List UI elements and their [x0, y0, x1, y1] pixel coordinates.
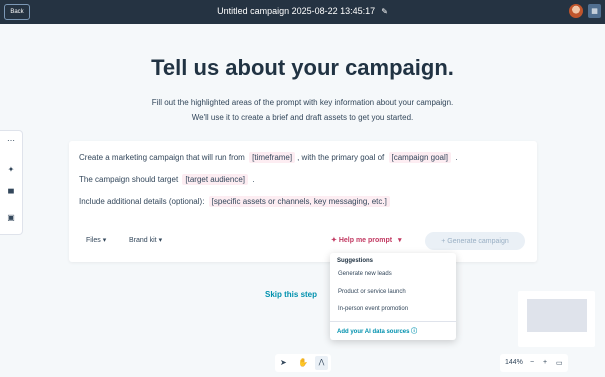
- files-label: Files: [86, 237, 101, 244]
- info-icon: ⓘ: [411, 329, 418, 335]
- suggestions-dropdown: Suggestions Generate new leads Product o…: [330, 253, 456, 340]
- hand-icon[interactable]: ✋: [298, 358, 308, 367]
- divider: [330, 321, 456, 322]
- campaign-goal-field[interactable]: [campaign goal]: [388, 152, 451, 163]
- skip-step-link[interactable]: Skip this step: [265, 290, 317, 299]
- prompt-text: Include additional details (optional):: [79, 197, 205, 206]
- details-field[interactable]: [specific assets or channels, key messag…: [208, 196, 390, 207]
- prompt-line-3: Include additional details (optional): […: [79, 196, 392, 207]
- plus-icon: +: [441, 237, 446, 245]
- suggestion-item[interactable]: In-person event promotion: [338, 306, 408, 312]
- prompt-card: Create a marketing campaign that will ru…: [69, 141, 537, 262]
- generate-campaign-label: Generate campaign: [447, 237, 509, 245]
- generate-campaign-button[interactable]: + Generate campaign: [425, 232, 525, 250]
- preview-placeholder: [527, 299, 587, 332]
- user-avatar[interactable]: [569, 4, 583, 18]
- page-title: Tell us about your campaign.: [151, 55, 454, 80]
- campaign-title-text: Untitled campaign 2025-08-22 13:45:17: [217, 6, 376, 16]
- fit-screen-icon[interactable]: ▭: [556, 359, 563, 367]
- branch-icon[interactable]: ⋀: [315, 356, 328, 370]
- chevron-down-icon: ▾: [102, 237, 107, 244]
- pointer-icon[interactable]: ➤: [280, 358, 287, 367]
- subtitle-line-1: Fill out the highlighted areas of the pr…: [151, 98, 454, 107]
- top-bar: Back Untitled campaign 2025-08-22 13:45:…: [0, 0, 605, 24]
- prompt-line-1: Create a marketing campaign that will ru…: [79, 152, 457, 163]
- prompt-text: The campaign should target: [79, 175, 179, 184]
- left-toolbar: ⋯ ✦ ▀ ▣: [0, 130, 23, 235]
- comment-icon[interactable]: ▀: [0, 189, 22, 198]
- zoom-controls: 144% − + ▭: [500, 354, 568, 372]
- prompt-text: Create a marketing campaign that will ru…: [79, 153, 245, 162]
- zoom-out-button[interactable]: −: [530, 359, 534, 366]
- campaign-title[interactable]: Untitled campaign 2025-08-22 13:45:17 ✎: [0, 6, 605, 16]
- suggestion-item[interactable]: Generate new leads: [338, 271, 392, 277]
- sparkle-icon[interactable]: ✦: [0, 165, 22, 174]
- pencil-icon[interactable]: ✎: [381, 7, 388, 16]
- prompt-text: .: [455, 153, 458, 162]
- subtitle-line-2: We'll use it to create a brief and draft…: [191, 113, 414, 122]
- caret-down-icon: ▾: [397, 237, 402, 244]
- zoom-in-button[interactable]: +: [543, 359, 547, 366]
- brand-kit-dropdown[interactable]: Brand kit ▾: [129, 236, 162, 244]
- help-me-prompt-button[interactable]: ✦ Help me prompt ▾: [331, 236, 401, 244]
- files-dropdown[interactable]: Files ▾: [86, 236, 106, 244]
- suggestions-title: Suggestions: [337, 258, 374, 264]
- prompt-line-2: The campaign should target [target audie…: [79, 174, 254, 185]
- calendar-icon[interactable]: ▣: [0, 213, 22, 222]
- brand-kit-label: Brand kit: [129, 237, 157, 244]
- prompt-text: , with the primary goal of: [297, 153, 385, 162]
- suggestion-item[interactable]: Product or service launch: [338, 289, 406, 295]
- add-ai-data-sources-link[interactable]: Add your AI data sources ⓘ: [337, 326, 417, 335]
- zoom-level: 144%: [505, 359, 523, 366]
- target-audience-field[interactable]: [target audience]: [182, 174, 249, 185]
- canvas-tools: ➤ ✋ ⋀: [275, 354, 331, 372]
- prompt-text: .: [252, 175, 255, 184]
- help-me-prompt-label: Help me prompt: [338, 237, 393, 244]
- timeframe-field[interactable]: [timeframe]: [249, 152, 296, 163]
- apps-icon[interactable]: ▦: [588, 4, 601, 18]
- add-ai-data-sources-label: Add your AI data sources: [337, 329, 410, 335]
- chevron-down-icon: ▾: [158, 237, 163, 244]
- grip-icon[interactable]: ⋯: [0, 136, 22, 145]
- preview-thumbnail[interactable]: [518, 291, 595, 347]
- sparkle-icon: ✦: [331, 237, 337, 244]
